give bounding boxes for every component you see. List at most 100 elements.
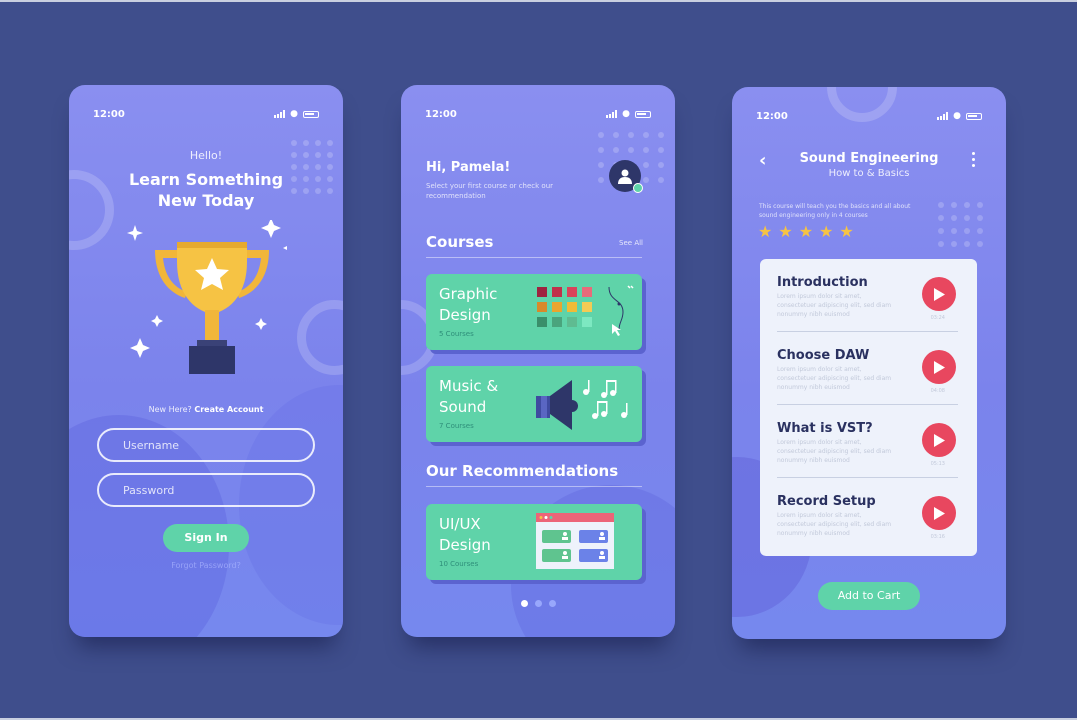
course-card-title: Graphic Design xyxy=(439,285,498,324)
course-card-music-sound[interactable]: Music & Sound 7 Courses xyxy=(426,366,642,442)
decor-dots xyxy=(938,202,983,247)
play-icon xyxy=(934,287,945,301)
avatar[interactable] xyxy=(609,160,643,193)
status-bar: 12:00 ● xyxy=(756,109,982,123)
divider xyxy=(426,257,642,258)
forgot-password-link[interactable]: Forgot Password? xyxy=(69,561,343,570)
lesson-title: Choose DAW xyxy=(777,348,870,363)
play-button[interactable] xyxy=(922,350,956,384)
play-icon xyxy=(934,433,945,447)
lesson-description: Lorem ipsum dolor sit amet, consectetuer… xyxy=(777,366,892,391)
course-title: Sound Engineering xyxy=(799,151,939,166)
sign-in-button[interactable]: Sign In xyxy=(163,524,249,552)
course-subtitle: How to & Basics xyxy=(828,168,910,179)
course-count: 5 Courses xyxy=(439,330,474,338)
lesson-duration: 03:16 xyxy=(930,534,945,540)
color-swatch xyxy=(582,302,592,312)
color-swatch xyxy=(537,302,547,312)
greeting-subtitle: Select your first course or check our re… xyxy=(426,182,554,200)
color-swatch xyxy=(582,287,592,297)
color-swatch xyxy=(552,317,562,327)
wifi-icon: ● xyxy=(290,109,298,119)
play-icon xyxy=(934,506,945,520)
page-dot[interactable] xyxy=(548,600,556,607)
password-input[interactable] xyxy=(97,473,315,507)
pen-tool-icon xyxy=(608,285,634,336)
lesson-title: Introduction xyxy=(777,275,868,290)
courses-heading: Courses xyxy=(426,233,494,251)
new-here-text: New Here? Create Account xyxy=(69,405,343,414)
battery-icon xyxy=(303,110,319,118)
course-card-title: UI/UX Design xyxy=(439,515,491,554)
status-time: 12:00 xyxy=(425,108,457,120)
headline-line-2: New Today xyxy=(157,191,255,210)
recommendations-heading: Our Recommendations xyxy=(426,462,619,480)
lesson-item[interactable]: Choose DAW Lorem ipsum dolor sit amet, co… xyxy=(777,332,958,405)
lesson-description: Lorem ipsum dolor sit amet, consectetuer… xyxy=(777,512,892,537)
lesson-item[interactable]: What is VST? Lorem ipsum dolor sit amet, … xyxy=(777,405,958,478)
status-time: 12:00 xyxy=(93,108,125,120)
course-card-graphic-design[interactable]: Graphic Design 5 Courses xyxy=(426,274,642,350)
color-swatch xyxy=(552,302,562,312)
more-options-icon[interactable] xyxy=(972,152,975,167)
color-swatch xyxy=(537,287,547,297)
user-icon xyxy=(618,169,632,184)
divider xyxy=(426,486,642,487)
create-account-link[interactable]: Create Account xyxy=(194,405,263,414)
status-time: 12:00 xyxy=(756,110,788,122)
course-count: 7 Courses xyxy=(439,422,474,430)
lesson-title: What is VST? xyxy=(777,421,873,436)
star-icon: ★ xyxy=(798,222,814,241)
course-count: 10 Courses xyxy=(439,560,479,568)
page-dot[interactable] xyxy=(520,600,528,607)
wifi-icon: ● xyxy=(622,109,630,119)
user-greeting: Hi, Pamela! xyxy=(426,160,511,175)
lesson-list: Introduction Lorem ipsum dolor sit amet, … xyxy=(760,259,977,556)
color-swatch xyxy=(537,317,547,327)
browser-window-illustration xyxy=(536,513,614,569)
play-button[interactable] xyxy=(922,277,956,311)
page-indicator[interactable] xyxy=(401,600,675,607)
lesson-description: Lorem ipsum dolor sit amet, consectetuer… xyxy=(777,439,892,464)
color-palette-illustration xyxy=(537,287,592,327)
lesson-duration: 05:13 xyxy=(930,461,945,467)
decor-ring xyxy=(297,300,343,375)
play-icon xyxy=(934,360,945,374)
color-swatch xyxy=(567,302,577,312)
home-screen: 12:00 ● Hi, Pamela! Select your first co… xyxy=(401,85,675,637)
course-detail-screen: 12:00 ● ‹ Sound Engineering How to & Bas… xyxy=(732,87,1006,639)
signal-icon xyxy=(937,112,949,120)
signal-icon xyxy=(274,110,286,118)
see-all-link[interactable]: See All xyxy=(619,239,643,247)
star-icon: ★ xyxy=(819,222,834,241)
online-status-dot xyxy=(633,183,643,193)
star-icon: ★ xyxy=(758,222,773,241)
login-screen: 12:00 ● Hello! Learn Something New Today… xyxy=(69,85,343,637)
play-button[interactable] xyxy=(922,423,956,457)
signal-icon xyxy=(606,110,618,118)
new-here-label: New Here? xyxy=(148,405,192,414)
lesson-item[interactable]: Record Setup Lorem ipsum dolor sit amet, … xyxy=(777,478,958,551)
username-input[interactable] xyxy=(97,428,315,462)
color-swatch xyxy=(552,287,562,297)
course-card-title: Music & Sound xyxy=(439,377,499,416)
lesson-title: Record Setup xyxy=(777,494,876,509)
lesson-description: Lorem ipsum dolor sit amet, consectetuer… xyxy=(777,293,892,318)
course-card-ui-ux-design[interactable]: UI/UX Design 10 Courses xyxy=(426,504,642,580)
greeting-text: Hello! xyxy=(189,149,223,162)
course-description: This course will teach you the basics an… xyxy=(759,203,911,219)
add-to-cart-button[interactable]: Add to Cart xyxy=(818,582,920,610)
color-swatch xyxy=(567,287,577,297)
color-swatch xyxy=(582,317,592,327)
star-icon: ★ xyxy=(839,222,854,241)
wifi-icon: ● xyxy=(953,111,961,121)
lesson-duration: 04:08 xyxy=(930,388,945,394)
battery-icon xyxy=(966,112,982,120)
battery-icon xyxy=(635,110,651,118)
lesson-item[interactable]: Introduction Lorem ipsum dolor sit amet, … xyxy=(777,259,958,332)
play-button[interactable] xyxy=(922,496,956,530)
trophy-icon xyxy=(127,220,287,374)
status-bar: 12:00 ● xyxy=(425,107,651,121)
headline: Learn Something New Today xyxy=(69,169,343,211)
page-dot[interactable] xyxy=(534,600,542,607)
